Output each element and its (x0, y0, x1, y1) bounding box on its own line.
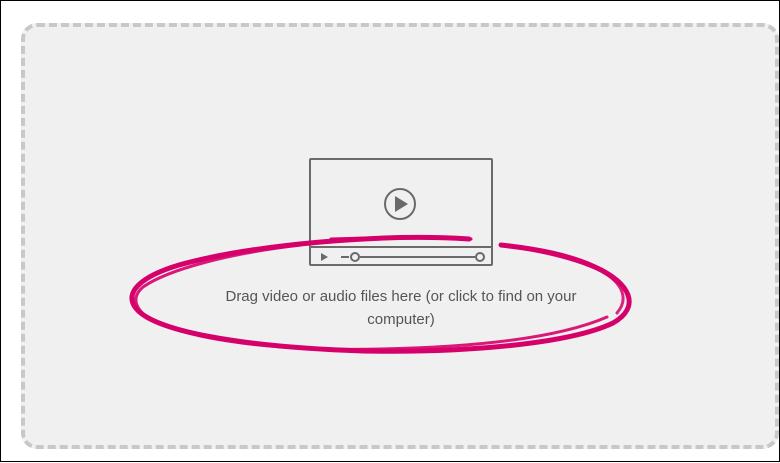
small-play-icon (321, 253, 328, 261)
play-triangle-icon (395, 196, 408, 212)
drop-instructions: Drag video or audio files here (or click… (225, 288, 577, 328)
window-frame: Drag video or audio files here (or click… (0, 0, 780, 462)
video-player-icon (309, 158, 493, 266)
progress-handle (350, 252, 360, 262)
video-frame-shape (309, 158, 493, 266)
volume-knob-icon (475, 252, 485, 262)
